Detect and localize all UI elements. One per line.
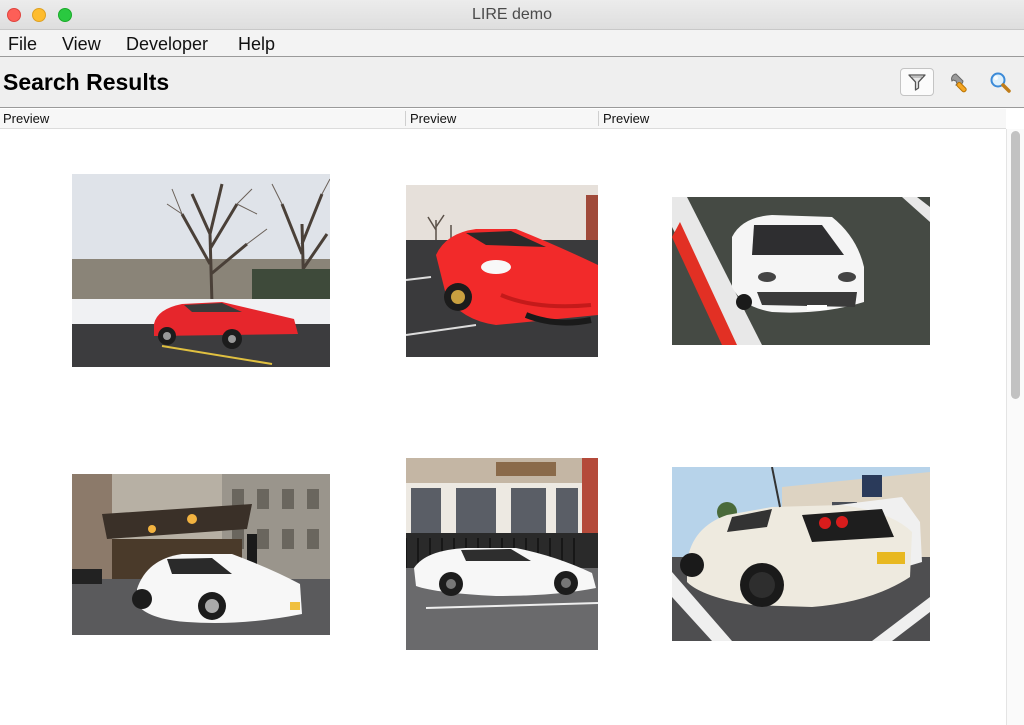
column-header-preview-1[interactable]: Preview bbox=[3, 111, 49, 126]
menu-bar: File View Developer Help bbox=[0, 30, 1024, 57]
menu-help[interactable]: Help bbox=[238, 34, 275, 55]
result-thumbnail[interactable] bbox=[406, 458, 598, 650]
table-column-header: Preview Preview Preview bbox=[0, 109, 1006, 129]
search-button[interactable] bbox=[983, 68, 1017, 96]
result-thumbnail[interactable] bbox=[72, 474, 330, 635]
white-car-storefront-photo bbox=[406, 458, 598, 650]
vertical-scrollbar[interactable] bbox=[1006, 129, 1024, 725]
magnifier-icon bbox=[990, 72, 1011, 93]
white-car-hotel-entrance-photo bbox=[72, 474, 330, 635]
white-car-racetrack-photo bbox=[672, 197, 930, 345]
column-header-preview-3[interactable]: Preview bbox=[603, 111, 649, 126]
result-thumbnail[interactable] bbox=[672, 197, 930, 345]
page-title: Search Results bbox=[3, 69, 170, 95]
red-car-winter-trees-photo bbox=[72, 174, 330, 367]
window-title: LIRE demo bbox=[471, 6, 553, 23]
funnel-icon bbox=[908, 74, 926, 91]
settings-button[interactable] bbox=[942, 68, 976, 96]
results-grid bbox=[0, 130, 1006, 725]
column-divider[interactable] bbox=[405, 111, 406, 126]
filter-button[interactable] bbox=[900, 68, 934, 96]
white-car-street-photo bbox=[672, 467, 930, 641]
menu-view[interactable]: View bbox=[62, 34, 101, 55]
column-divider[interactable] bbox=[598, 111, 599, 126]
results-header: Search Results bbox=[0, 57, 1024, 108]
result-thumbnail[interactable] bbox=[72, 174, 330, 367]
result-thumbnail[interactable] bbox=[406, 185, 598, 357]
menu-developer[interactable]: Developer bbox=[126, 34, 208, 55]
result-thumbnail[interactable] bbox=[672, 467, 930, 641]
column-header-preview-2[interactable]: Preview bbox=[410, 111, 456, 126]
title-bar: LIRE demo bbox=[0, 0, 1024, 30]
wrench-icon bbox=[951, 73, 967, 93]
menu-file[interactable]: File bbox=[8, 34, 37, 55]
red-car-parking-lot-photo bbox=[406, 185, 598, 357]
scrollbar-thumb[interactable] bbox=[1011, 131, 1020, 399]
